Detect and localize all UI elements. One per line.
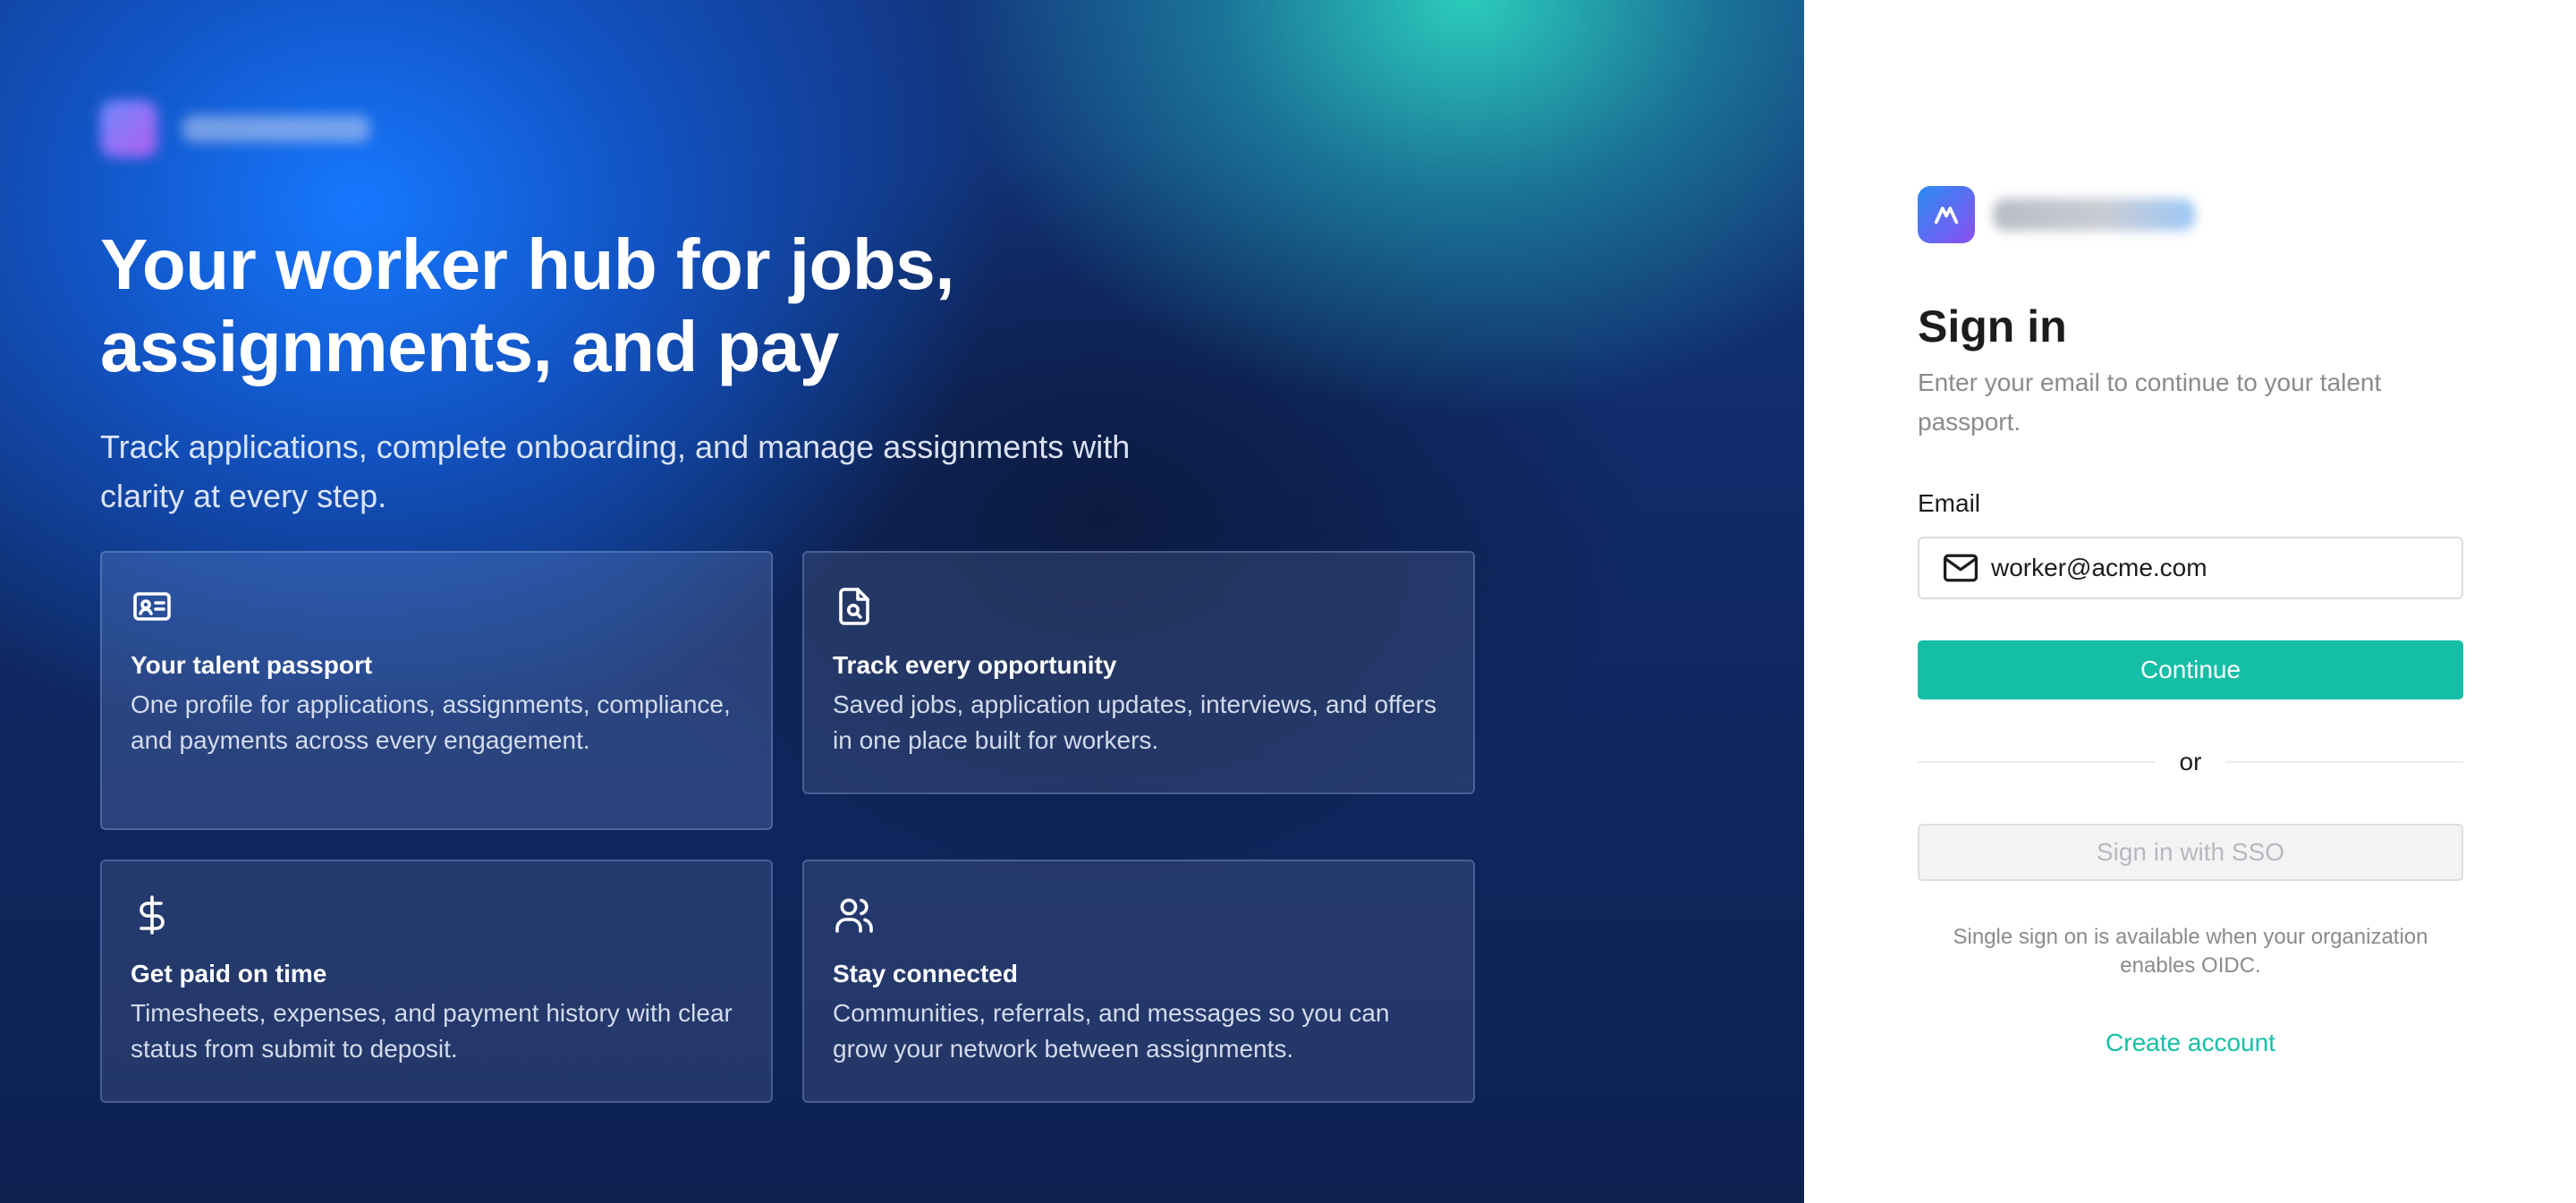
brand-logo <box>1918 186 2195 243</box>
signin-panel: Sign in Enter your email to continue to … <box>1804 0 2576 1203</box>
hero-brand-mark <box>100 100 157 157</box>
file-search-icon <box>839 588 869 625</box>
feature-description: One profile for applications, assignment… <box>131 690 731 754</box>
sso-button[interactable]: Sign in with SSO <box>1918 824 2463 881</box>
email-field[interactable] <box>1918 537 2463 599</box>
hero-headline: Your worker hub for jobs, assignments, a… <box>100 225 954 386</box>
feature-card-stay-connected: Stay connected Communities, referrals, a… <box>802 860 1475 1103</box>
brand-wordmark <box>1993 199 2195 231</box>
feature-title: Track every opportunity <box>833 651 1117 679</box>
feature-description: Communities, referrals, and messages so … <box>833 999 1390 1063</box>
divider-line-left <box>1918 761 2155 763</box>
continue-button[interactable]: Continue <box>1918 640 2463 699</box>
hero-subline: Track applications, complete onboarding,… <box>100 428 1131 514</box>
signin-subtitle: Enter your email to continue to your tal… <box>1918 369 2382 436</box>
mail-icon <box>1943 554 1979 582</box>
hero-brand-wordmark <box>182 115 370 142</box>
users-icon <box>835 898 873 933</box>
or-divider: or <box>1918 744 2463 780</box>
create-account-link[interactable]: Create account <box>1918 1025 2463 1061</box>
sso-note: Single sign on is available when your or… <box>1953 925 2428 978</box>
feature-card-talent-passport: Your talent passport One profile for app… <box>100 551 773 830</box>
dollar-sign-icon <box>140 895 165 935</box>
email-label: Email <box>1918 489 1981 517</box>
feature-title: Get paid on time <box>131 960 327 987</box>
email-input[interactable] <box>1991 554 2456 582</box>
feature-card-track-opportunity: Track every opportunity Saved jobs, appl… <box>802 551 1475 794</box>
hero-panel: Your worker hub for jobs, assignments, a… <box>0 0 1804 1203</box>
feature-description: Timesheets, expenses, and payment histor… <box>131 999 733 1063</box>
feature-title: Stay connected <box>833 960 1018 987</box>
feature-description: Saved jobs, application updates, intervi… <box>833 690 1437 754</box>
id-card-icon <box>133 592 171 621</box>
divider-line-right <box>2226 761 2463 763</box>
divider-text: or <box>2179 748 2202 775</box>
feature-card-get-paid: Get paid on time Timesheets, expenses, a… <box>100 860 773 1103</box>
hero-brand-logo <box>100 100 370 157</box>
signin-title: Sign in <box>1918 301 2067 352</box>
brand-mark-icon <box>1918 186 1975 243</box>
feature-title: Your talent passport <box>131 651 373 679</box>
